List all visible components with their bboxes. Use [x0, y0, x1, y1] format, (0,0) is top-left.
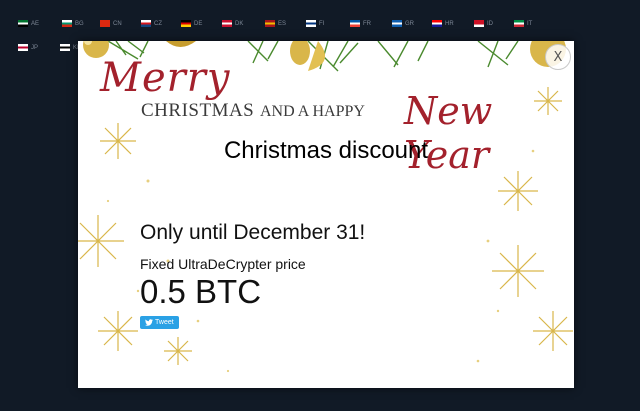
flag-fi-icon	[306, 20, 316, 27]
and-happy-heading: AND A HAPPY	[260, 103, 365, 120]
flag-it-icon	[514, 20, 524, 27]
language-code: IT	[527, 20, 533, 27]
language-item-dk[interactable]: DK	[222, 20, 243, 27]
language-code: ES	[278, 20, 287, 27]
language-code: ID	[487, 20, 493, 27]
close-icon: X	[553, 49, 563, 65]
christmas-heading: CHRISTMAS	[141, 100, 255, 121]
language-code: GR	[405, 20, 414, 27]
flag-de-icon	[181, 20, 191, 27]
tweet-label: Tweet	[155, 319, 174, 326]
merry-heading: Merry	[100, 55, 231, 101]
language-code: AE	[31, 20, 40, 27]
flag-es-icon	[265, 20, 275, 27]
language-code: CN	[113, 20, 122, 27]
flag-cz-icon	[141, 20, 151, 27]
language-code: BG	[75, 20, 84, 27]
close-button[interactable]: X	[545, 44, 571, 70]
deadline-text: Only until December 31!	[140, 221, 366, 244]
language-item-es[interactable]: ES	[265, 20, 286, 27]
flag-hr-icon	[432, 20, 442, 27]
flag-id-icon	[474, 20, 484, 27]
flag-kr-icon	[60, 44, 70, 51]
twitter-bird-icon	[145, 319, 153, 326]
discount-modal: Merry CHRISTMAS AND A HAPPY New Year Chr…	[78, 41, 574, 388]
language-code: HR	[445, 20, 454, 27]
language-item-id[interactable]: ID	[474, 20, 493, 27]
language-item-cn[interactable]: CN	[100, 20, 122, 27]
language-item-hr[interactable]: HR	[432, 20, 454, 27]
language-code: DK	[235, 20, 244, 27]
language-item-gr[interactable]: GR	[392, 20, 414, 27]
language-code: JP	[31, 44, 39, 51]
language-code: DE	[194, 20, 203, 27]
flag-fr-icon	[350, 20, 360, 27]
language-item-bg[interactable]: BG	[62, 20, 84, 27]
tweet-button[interactable]: Tweet	[140, 316, 179, 329]
flag-gr-icon	[392, 20, 402, 27]
flag-ae-icon	[18, 20, 28, 27]
language-code: FI	[319, 20, 325, 27]
language-item-fi[interactable]: FI	[306, 20, 324, 27]
language-item-de[interactable]: DE	[181, 20, 202, 27]
language-item-ae[interactable]: AE	[18, 20, 39, 27]
flag-jp-icon	[18, 44, 28, 51]
flag-dk-icon	[222, 20, 232, 27]
flag-cn-icon	[100, 20, 110, 27]
flag-bg-icon	[62, 20, 72, 27]
language-code: CZ	[154, 20, 162, 27]
language-item-it[interactable]: IT	[514, 20, 532, 27]
price-label: Fixed UltraDeCrypter price	[140, 256, 306, 272]
price-value: 0.5 BTC	[140, 273, 262, 310]
discount-title: Christmas discount	[223, 137, 429, 164]
language-item-jp[interactable]: JP	[18, 44, 38, 51]
language-item-fr[interactable]: FR	[350, 20, 371, 27]
language-code: FR	[363, 20, 371, 27]
language-item-cz[interactable]: CZ	[141, 20, 162, 27]
